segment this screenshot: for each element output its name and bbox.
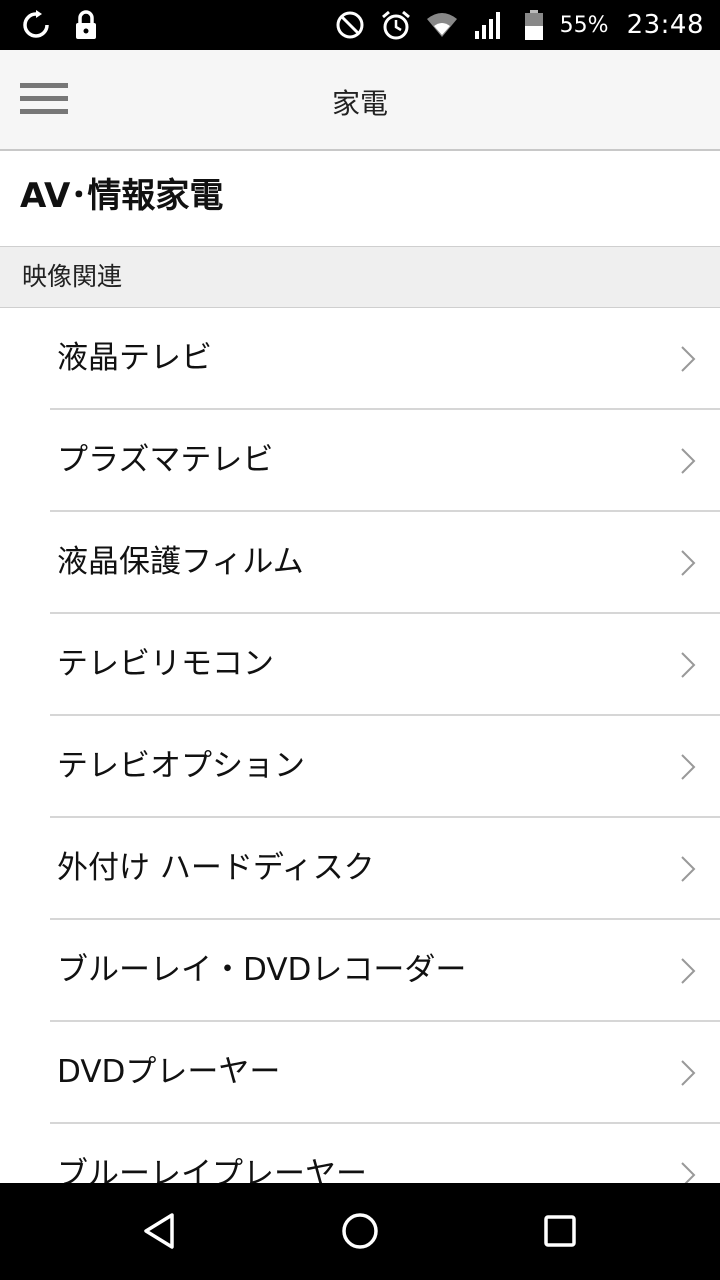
list-item-label: ブルーレイプレーヤー [57, 1156, 367, 1183]
list-item-label: 外付け ハードディスク [57, 850, 375, 886]
list-item-lcd-tv[interactable]: 液晶テレビ [0, 308, 720, 410]
chevron-right-icon [681, 448, 696, 474]
do-not-disturb-icon [336, 11, 364, 39]
list-item-label: テレビリモコン [57, 646, 274, 682]
recent-apps-icon[interactable] [538, 1209, 582, 1253]
list-item-bluray-dvd-recorder[interactable]: ブルーレイ・DVDレコーダー [0, 920, 720, 1022]
home-icon[interactable] [338, 1209, 382, 1253]
status-right-icons: 55% 23:48 [334, 9, 704, 41]
chevron-right-icon [681, 1162, 696, 1183]
alarm-icon [381, 10, 410, 40]
chevron-right-icon [681, 856, 696, 882]
lock-icon [76, 10, 96, 39]
list-item-tv-remote[interactable]: テレビリモコン [0, 614, 720, 716]
battery-percent: 55% [559, 12, 609, 38]
list-item-screen-protector[interactable]: 液晶保護フィルム [0, 512, 720, 614]
signal-icon [474, 12, 500, 39]
list-item-bluray-player[interactable]: ブルーレイプレーヤー [0, 1124, 720, 1183]
list-item-label: 液晶テレビ [57, 340, 212, 376]
app-bar: 家電 [0, 50, 720, 151]
system-navigation-bar [0, 1183, 720, 1280]
sync-icon [23, 10, 49, 38]
chevron-right-icon [681, 754, 696, 780]
status-left-icons [20, 9, 102, 41]
category-title: AV･情報家電 [20, 176, 224, 216]
status-bar: 55% 23:48 [0, 0, 720, 50]
chevron-right-icon [681, 346, 696, 372]
list-item-plasma-tv[interactable]: プラズマテレビ [0, 410, 720, 512]
list-item-label: ブルーレイ・DVDレコーダー [57, 952, 467, 988]
page-title: 家電 [331, 87, 388, 120]
chevron-right-icon [681, 958, 696, 984]
list-item-label: 液晶保護フィルム [57, 544, 304, 580]
wifi-icon [426, 13, 457, 37]
back-icon[interactable] [138, 1209, 182, 1253]
category-list-content[interactable]: AV･情報家電 映像関連 液晶テレビ プラズマテレビ 液晶保護フィルム テレビリ… [0, 153, 720, 1183]
list-item-label: テレビオプション [57, 748, 305, 784]
subcategory-list: 液晶テレビ プラズマテレビ 液晶保護フィルム テレビリモコン テレビオプション … [0, 308, 720, 1183]
chevron-right-icon [681, 550, 696, 576]
list-item-external-hdd[interactable]: 外付け ハードディスク [0, 818, 720, 920]
section-header: 映像関連 [0, 246, 720, 308]
clock-time: 23:48 [626, 10, 704, 40]
chevron-right-icon [681, 652, 696, 678]
list-item-label: DVDプレーヤー [57, 1054, 281, 1090]
list-item-tv-options[interactable]: テレビオプション [0, 716, 720, 818]
list-item-label: プラズマテレビ [57, 442, 274, 478]
chevron-right-icon [681, 1060, 696, 1086]
battery-icon [524, 10, 543, 40]
list-item-dvd-player[interactable]: DVDプレーヤー [0, 1022, 720, 1124]
